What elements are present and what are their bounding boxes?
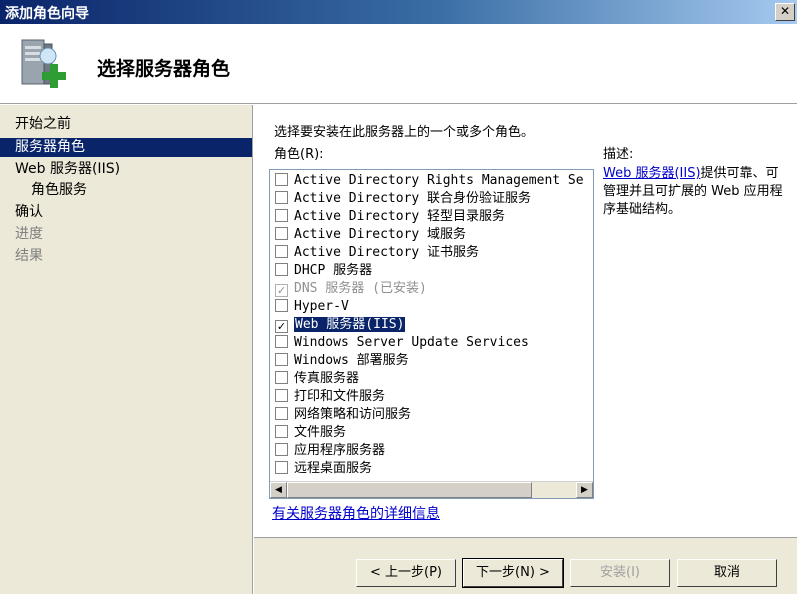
step-progress: 进度 (15, 226, 43, 242)
role-item[interactable]: Active Directory Rights Management Se (275, 172, 584, 190)
role-item[interactable]: Active Directory 域服务 (275, 226, 466, 244)
description-text: Web 服务器(IIS)提供可靠、可管理并且可扩展的 Web 应用程序基础结构。 (603, 166, 783, 217)
step-web-server[interactable]: Web 服务器(IIS) (0, 160, 252, 179)
roles-list[interactable]: Active Directory Rights Management Se Ac… (269, 169, 594, 499)
role-item[interactable]: ✓ Web 服务器(IIS) (275, 316, 406, 334)
checkbox[interactable] (275, 263, 288, 276)
close-button[interactable]: ✕ (775, 3, 795, 21)
checkbox[interactable] (275, 209, 288, 222)
back-button[interactable]: < 上一步(P) (356, 559, 456, 587)
scroll-right-button[interactable]: ▶ (576, 482, 593, 498)
wizard-steps: 开始之前 服务器角色 Web 服务器(IIS) 角色服务 确认 进度 结果 (0, 105, 253, 594)
checkbox: ✓ (275, 284, 288, 297)
role-item[interactable]: Active Directory 联合身份验证服务 (275, 190, 531, 208)
checkbox[interactable] (275, 173, 288, 186)
role-item: ✓ DNS 服务器 (已安装) (275, 281, 427, 297)
next-button[interactable]: 下一步(N) > (462, 558, 564, 588)
scroll-left-button[interactable]: ◀ (270, 482, 287, 498)
checkbox[interactable] (275, 353, 288, 366)
checkbox[interactable] (275, 371, 288, 384)
step-results: 结果 (15, 248, 43, 264)
checkbox[interactable] (275, 461, 288, 474)
role-item[interactable]: Windows 部署服务 (275, 352, 409, 370)
checkbox[interactable] (275, 335, 288, 348)
description-link[interactable]: Web 服务器(IIS) (603, 166, 701, 181)
instruction-text: 选择要安装在此服务器上的一个或多个角色。 (274, 125, 535, 140)
main-content: 选择要安装在此服务器上的一个或多个角色。 角色(R): Active Direc… (254, 105, 797, 537)
roles-label: 角色(R): (274, 147, 324, 162)
page-title: 选择服务器角色 (97, 58, 231, 80)
server-add-icon (21, 39, 66, 88)
step-role-services[interactable]: 角色服务 (0, 181, 252, 200)
arrow-left-icon: ◀ (275, 485, 282, 495)
scroll-thumb[interactable] (287, 482, 532, 498)
cancel-button[interactable]: 取消 (677, 559, 777, 587)
checkbox[interactable] (275, 443, 288, 456)
description-label: 描述: (603, 147, 634, 162)
role-item[interactable]: Active Directory 轻型目录服务 (275, 208, 505, 226)
role-item[interactable]: 远程桌面服务 (275, 460, 372, 478)
role-item[interactable]: DHCP 服务器 (275, 262, 372, 280)
checkbox[interactable] (275, 299, 288, 312)
checkbox[interactable] (275, 191, 288, 204)
window-title: 添加角色向导 (5, 6, 89, 22)
role-item[interactable]: Active Directory 证书服务 (275, 244, 479, 262)
checkbox[interactable] (275, 245, 288, 258)
more-info-link[interactable]: 有关服务器角色的详细信息 (272, 503, 440, 523)
role-item[interactable]: 打印和文件服务 (275, 388, 385, 406)
role-item[interactable]: 传真服务器 (275, 370, 359, 388)
checkbox[interactable] (275, 425, 288, 438)
wizard-header: 选择服务器角色 (0, 24, 797, 104)
role-item[interactable]: 文件服务 (275, 424, 346, 442)
checkbox[interactable] (275, 227, 288, 240)
button-bar: < 上一步(P) 下一步(N) > 安装(I) 取消 (254, 537, 797, 594)
role-item[interactable]: Hyper-V (275, 298, 349, 316)
checkbox[interactable]: ✓ (275, 320, 288, 333)
close-icon: ✕ (779, 4, 791, 18)
step-confirmation[interactable]: 确认 (0, 203, 252, 222)
step-before-you-begin[interactable]: 开始之前 (0, 115, 252, 134)
role-item[interactable]: 网络策略和访问服务 (275, 406, 411, 424)
checkbox[interactable] (275, 407, 288, 420)
horizontal-scrollbar[interactable]: ◀ ▶ (270, 481, 593, 498)
checkbox[interactable] (275, 389, 288, 402)
role-item[interactable]: 应用程序服务器 (275, 442, 385, 460)
install-button[interactable]: 安装(I) (570, 559, 670, 587)
arrow-right-icon: ▶ (581, 485, 588, 495)
role-item[interactable]: Windows Server Update Services (275, 334, 529, 352)
title-bar: 添加角色向导 ✕ (0, 0, 797, 24)
step-server-roles[interactable]: 服务器角色 (0, 138, 252, 157)
